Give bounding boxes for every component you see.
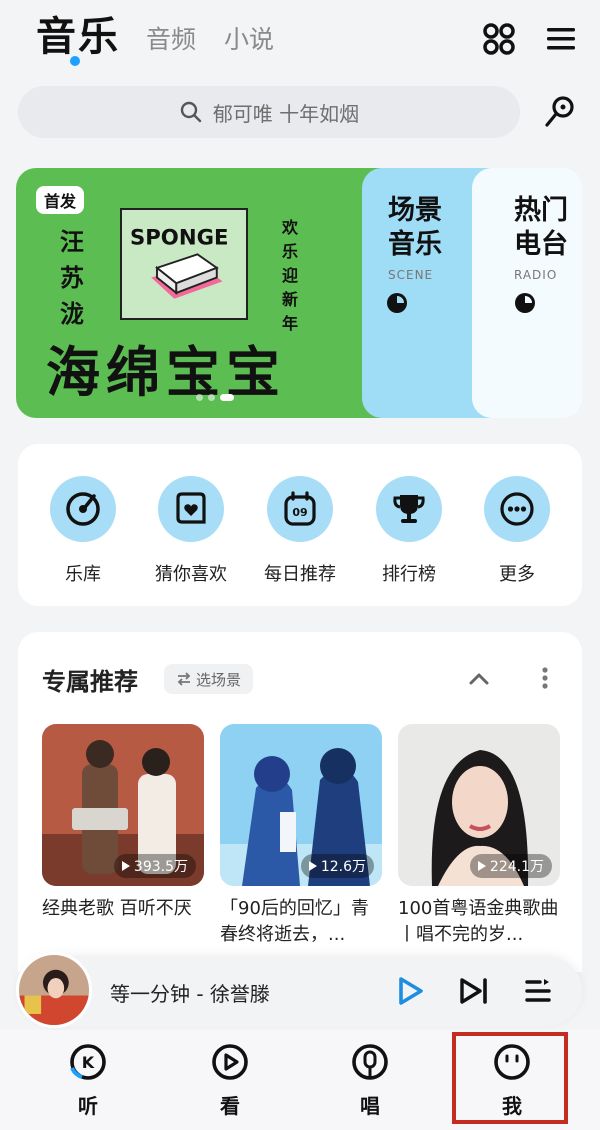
tab-novel[interactable]: 小说 xyxy=(224,20,274,56)
quick-entry-label: 每日推荐 xyxy=(264,564,336,585)
music-library-icon xyxy=(66,492,100,526)
playlist-title: 100首粤语金典歌曲丨唱不完的岁... xyxy=(398,898,559,945)
first-release-badge: 首发 xyxy=(36,186,85,214)
calendar-day: 09 xyxy=(292,506,307,519)
quick-entry-label: 更多 xyxy=(499,564,535,585)
search-bar[interactable]: 郁可唯 十年如烟 xyxy=(18,86,520,138)
quick-entry-charts[interactable]: 排行榜 xyxy=(354,476,464,586)
trophy-icon xyxy=(393,495,425,523)
banner-main-slide[interactable]: 首发 汪苏泷 SPONGE 欢乐迎新年 海绵宝宝 xyxy=(16,168,396,418)
nav-listen[interactable]: K 听 xyxy=(48,1042,128,1119)
chevron-up-icon[interactable] xyxy=(468,670,490,686)
watch-icon xyxy=(212,1044,248,1080)
playlist-cover[interactable]: 12.6万 xyxy=(220,724,382,886)
quick-entry-daily[interactable]: 09 每日推荐 xyxy=(245,476,355,586)
radio-card-subtitle: RADIO xyxy=(514,268,558,282)
hot-radio-card[interactable]: 热门电台 RADIO xyxy=(472,168,582,418)
nav-label: 看 xyxy=(220,1094,240,1118)
mic-icon[interactable] xyxy=(542,94,578,130)
scene-card-title: 场景音乐 xyxy=(388,195,442,260)
now-playing-text: 等一分钟 - 徐誉滕 xyxy=(110,982,270,1006)
search-placeholder: 郁可唯 十年如烟 xyxy=(212,101,360,126)
search-icon xyxy=(180,101,202,123)
banner-artist: 汪苏泷 xyxy=(60,228,84,328)
scene-card-subtitle: SCENE xyxy=(388,268,434,282)
tab-music[interactable]: 音乐 xyxy=(36,4,120,62)
heart-box-icon xyxy=(176,492,206,524)
apps-grid-icon[interactable] xyxy=(482,22,516,56)
playlist-queue-icon[interactable] xyxy=(522,975,554,1007)
top-header: 音乐 音频 小说 xyxy=(0,0,600,80)
recommend-title: 专属推荐 xyxy=(42,668,138,696)
play-triangle-icon xyxy=(477,861,486,871)
next-track-icon[interactable] xyxy=(458,975,490,1007)
quick-entry-library[interactable]: 乐库 xyxy=(28,476,138,586)
play-count-value: 224.1万 xyxy=(489,859,544,875)
quick-entry-panel: 乐库 猜你喜欢 09 每日推荐 排行榜 更多 xyxy=(18,444,582,606)
calendar-icon: 09 xyxy=(284,491,316,526)
play-count: 12.6万 xyxy=(300,854,374,878)
play-count: 393.5万 xyxy=(113,854,196,878)
play-count-value: 393.5万 xyxy=(133,859,188,875)
recommend-panel: 专属推荐 选场景 393.5万 经典老歌 百听不厌 12.6万 「90后的回忆」… xyxy=(18,632,582,972)
now-playing-cover[interactable] xyxy=(16,952,92,1028)
play-circle-icon xyxy=(387,293,407,313)
quick-entry-more[interactable]: 更多 xyxy=(462,476,572,586)
more-icon xyxy=(500,492,534,526)
play-icon[interactable] xyxy=(394,975,426,1007)
promo-banner[interactable]: 首发 汪苏泷 SPONGE 欢乐迎新年 海绵宝宝 场景音乐 SCENE 热门电台… xyxy=(16,168,582,418)
active-tab-indicator xyxy=(70,56,80,66)
sing-icon xyxy=(352,1044,388,1080)
album-art: SPONGE xyxy=(120,208,248,320)
nav-label: 听 xyxy=(78,1094,98,1118)
play-triangle-icon xyxy=(308,861,317,871)
banner-title: 海绵宝宝 xyxy=(46,341,286,404)
playlist-title: 「90后的回忆」青春终将逝去，... xyxy=(220,898,369,945)
quick-entry-label: 排行榜 xyxy=(382,564,436,585)
play-count-value: 12.6万 xyxy=(320,859,366,875)
banner-greeting: 欢乐迎新年 xyxy=(282,218,299,333)
menu-icon[interactable] xyxy=(544,22,578,56)
radio-card-title: 热门电台 xyxy=(514,195,568,260)
play-circle-icon xyxy=(515,293,535,313)
playlist-card[interactable]: 224.1万 100首粤语金典歌曲丨唱不完的岁... xyxy=(398,724,560,948)
svg-text:K: K xyxy=(82,1053,95,1072)
select-scene-button[interactable]: 选场景 xyxy=(164,664,254,694)
carousel-dot-active xyxy=(220,394,234,401)
playlist-card[interactable]: 393.5万 经典老歌 百听不厌 xyxy=(42,724,204,948)
album-word: SPONGE xyxy=(130,226,228,251)
playlist-cover[interactable]: 393.5万 xyxy=(42,724,204,886)
playlist-card[interactable]: 12.6万 「90后的回忆」青春终将逝去，... xyxy=(220,724,382,948)
swap-icon xyxy=(177,672,191,686)
nav-sing[interactable]: 唱 xyxy=(330,1042,410,1119)
play-count: 224.1万 xyxy=(469,854,552,878)
select-scene-label: 选场景 xyxy=(196,670,242,689)
carousel-dot xyxy=(208,394,215,401)
quick-entry-label: 猜你喜欢 xyxy=(155,564,227,585)
nav-watch[interactable]: 看 xyxy=(190,1042,270,1119)
listen-icon: K xyxy=(70,1044,106,1080)
carousel-dots xyxy=(196,394,234,401)
quick-entry-guess[interactable]: 猜你喜欢 xyxy=(136,476,246,586)
quick-entry-label: 乐库 xyxy=(65,564,101,585)
play-triangle-icon xyxy=(121,861,130,871)
carousel-dot xyxy=(196,394,203,401)
tab-audio[interactable]: 音频 xyxy=(146,20,196,56)
more-vertical-icon[interactable] xyxy=(538,666,552,690)
mini-player[interactable]: 等一分钟 - 徐誉滕 xyxy=(16,952,582,1028)
playlist-cover[interactable]: 224.1万 xyxy=(398,724,560,886)
playlist-title: 经典老歌 百听不厌 xyxy=(42,898,192,919)
nav-label: 唱 xyxy=(360,1094,380,1118)
nav-me-highlight xyxy=(452,1032,568,1124)
